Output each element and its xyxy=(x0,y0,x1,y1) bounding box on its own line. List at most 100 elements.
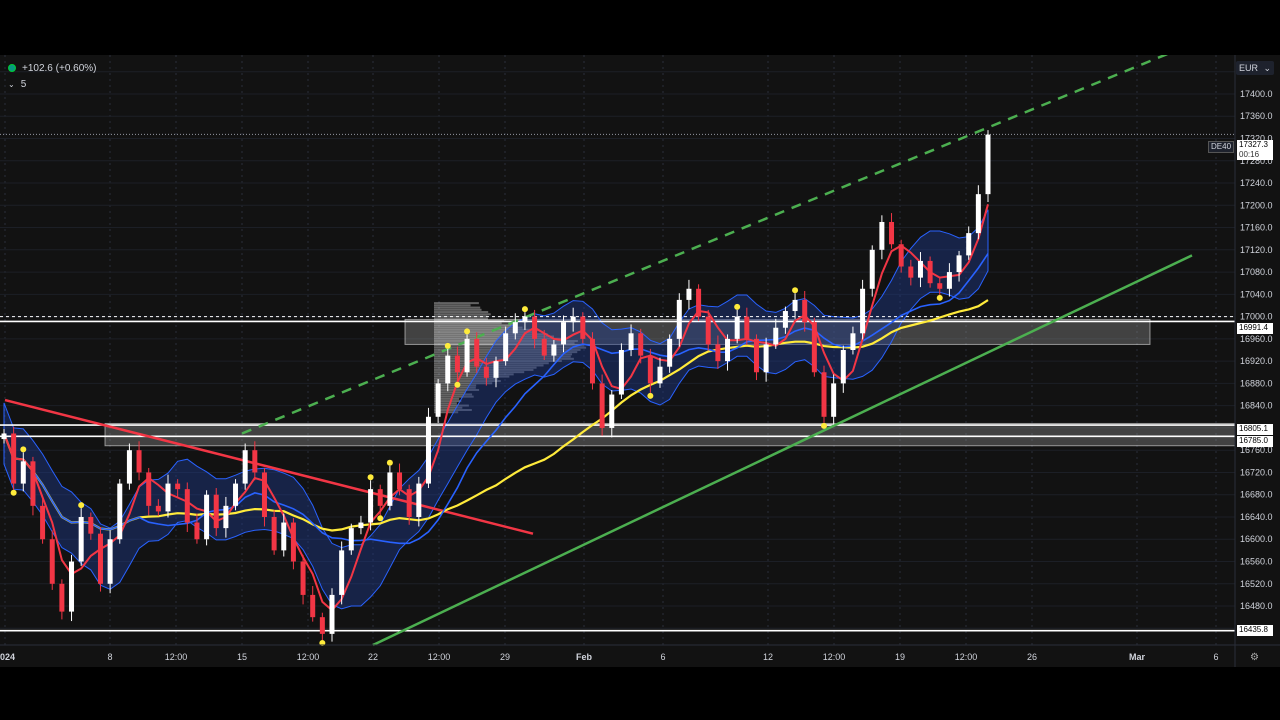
x-tick-label: 12:00 xyxy=(823,652,846,662)
candle-body xyxy=(899,244,904,266)
candle-body xyxy=(426,417,431,484)
pivot-high-marker xyxy=(387,460,393,466)
candle-body xyxy=(223,506,228,528)
candle-body xyxy=(879,222,884,250)
candle-body xyxy=(474,339,479,367)
candle-body xyxy=(957,255,962,272)
candle-body xyxy=(21,461,26,483)
candle-body xyxy=(214,495,219,528)
candle-body xyxy=(98,534,103,584)
volume-profile-bar xyxy=(434,302,479,304)
chart-area[interactable]: 17440.017400.017360.017320.017280.017240… xyxy=(0,55,1280,667)
candle-body xyxy=(561,322,566,344)
x-tick-label: 12:00 xyxy=(955,652,978,662)
candle-body xyxy=(744,317,749,339)
candle-body xyxy=(281,523,286,551)
candle-body xyxy=(966,233,971,255)
y-tick-label: 16840.0 xyxy=(1240,401,1273,411)
candle-body xyxy=(638,333,643,355)
y-tick-label: 17120.0 xyxy=(1240,245,1273,255)
candle-body xyxy=(850,333,855,350)
y-tick-label: 16920.0 xyxy=(1240,356,1273,366)
candle-body xyxy=(445,356,450,384)
candle-body xyxy=(243,450,248,483)
x-tick-label: 12:00 xyxy=(165,652,188,662)
candle-body xyxy=(715,344,720,361)
candle-body xyxy=(889,222,894,244)
volume-profile-bar xyxy=(434,304,471,306)
y-tick-label: 17200.0 xyxy=(1240,200,1273,210)
volume-profile-bar xyxy=(434,311,488,313)
y-tick-label: 17040.0 xyxy=(1240,289,1273,299)
level-tag: 16435.8 xyxy=(1237,625,1273,636)
level-tag: 16785.0 xyxy=(1237,436,1273,447)
pivot-high-marker xyxy=(445,343,451,349)
candle-body xyxy=(108,539,113,584)
settings-gear-icon[interactable]: ⚙ xyxy=(1250,652,1259,663)
candle-body xyxy=(976,194,981,233)
y-tick-label: 16640.0 xyxy=(1240,512,1273,522)
volume-profile-bar xyxy=(434,313,491,315)
candle-body xyxy=(69,562,74,612)
candle-body xyxy=(233,484,238,506)
candle-body xyxy=(146,472,151,505)
candle-body xyxy=(358,523,363,529)
candle-body xyxy=(320,617,325,634)
pivot-high-marker xyxy=(368,474,374,480)
candle-body xyxy=(436,383,441,416)
candle-body xyxy=(156,506,161,512)
candle-body xyxy=(658,367,663,384)
y-tick-label: 16960.0 xyxy=(1240,334,1273,344)
candle-body xyxy=(11,433,16,483)
candle-body xyxy=(484,367,489,378)
support-resistance-zone xyxy=(105,423,1235,445)
currency-selector[interactable]: EUR ⌄ xyxy=(1236,61,1274,75)
volume-profile-bar xyxy=(434,307,480,309)
volume-profile-bar xyxy=(434,318,488,320)
candle-body xyxy=(793,300,798,311)
candle-body xyxy=(30,461,35,506)
candle-body xyxy=(542,339,547,356)
x-tick-label: 19 xyxy=(895,652,905,662)
candle-body xyxy=(204,495,209,540)
x-tick-label: 8 xyxy=(107,652,112,662)
pivot-high-marker xyxy=(734,304,740,310)
bollinger-band xyxy=(4,210,988,609)
candle-body xyxy=(88,517,93,534)
candle-body xyxy=(272,517,277,550)
pivot-low-marker xyxy=(937,295,943,301)
candle-body xyxy=(185,489,190,522)
x-tick-label: Feb xyxy=(576,652,593,662)
candle-body xyxy=(2,433,7,439)
candle-body xyxy=(50,539,55,584)
y-tick-label: 16560.0 xyxy=(1240,557,1273,567)
y-tick-label: 17240.0 xyxy=(1240,178,1273,188)
candle-body xyxy=(522,317,527,323)
candle-body xyxy=(677,300,682,339)
candle-body xyxy=(551,344,556,355)
candle-body xyxy=(79,517,84,562)
volume-profile-bar xyxy=(434,322,502,324)
candle-body xyxy=(735,317,740,339)
x-tick-label: 12:00 xyxy=(297,652,320,662)
candle-body xyxy=(822,372,827,417)
price-chart[interactable]: 17440.017400.017360.017320.017280.017240… xyxy=(0,55,1280,667)
candle-body xyxy=(947,272,952,289)
candle-body xyxy=(349,528,354,550)
candle-body xyxy=(59,584,64,612)
chevron-down-icon[interactable]: ⌄ xyxy=(8,80,15,89)
candle-body xyxy=(301,562,306,595)
x-tick-label: 2024 xyxy=(0,652,15,662)
candle-body xyxy=(40,506,45,539)
candle-body xyxy=(580,317,585,339)
candle-body xyxy=(773,328,778,345)
level-tag: 16805.1 xyxy=(1237,424,1273,435)
candle-body xyxy=(503,333,508,361)
candle-body xyxy=(600,383,605,428)
candle-body xyxy=(648,356,653,384)
x-tick-label: 15 xyxy=(237,652,247,662)
y-tick-label: 17080.0 xyxy=(1240,267,1273,277)
candle-body xyxy=(706,317,711,345)
candle-body xyxy=(764,344,769,372)
x-tick-label: 6 xyxy=(1213,652,1218,662)
